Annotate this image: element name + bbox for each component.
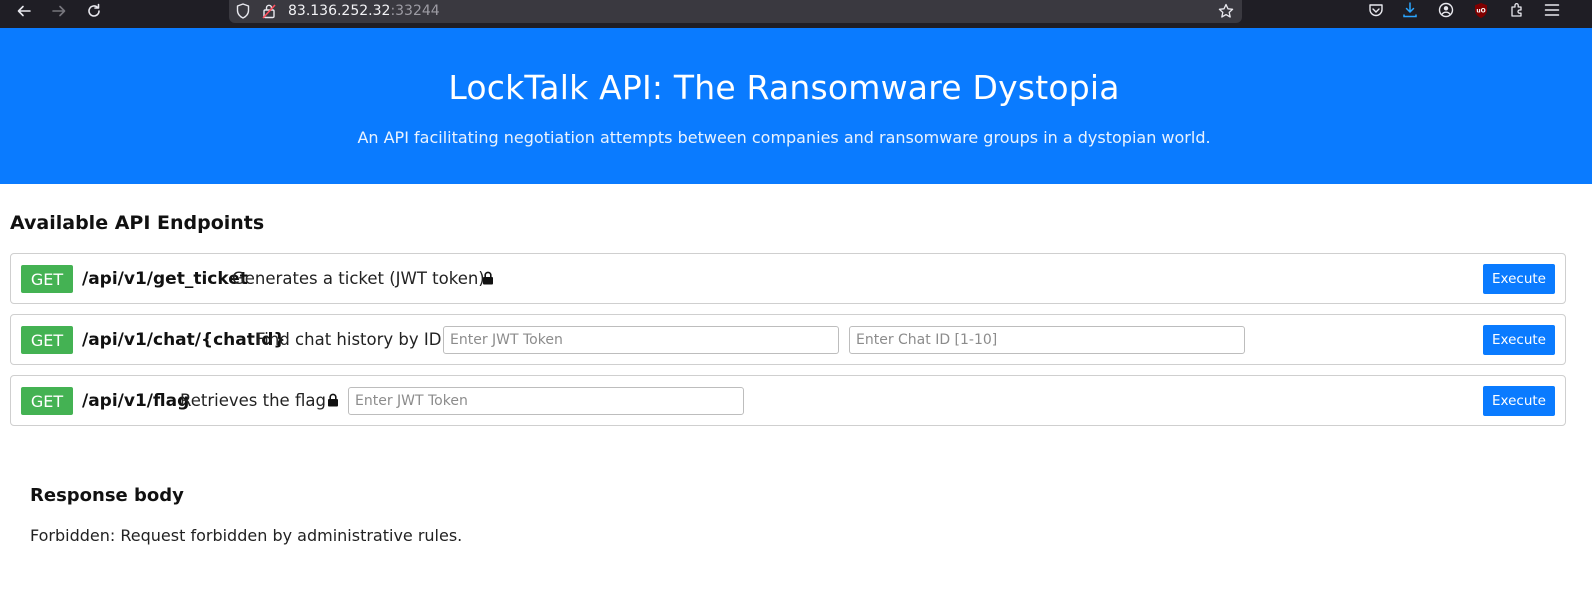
method-badge: GET [21, 265, 73, 293]
method-badge: GET [21, 387, 73, 415]
browser-toolbar: 83.136.252.32:33244 uO [0, 0, 1592, 28]
page-title: LockTalk API: The Ransomware Dystopia [448, 68, 1120, 107]
forward-arrow-icon[interactable] [45, 0, 73, 22]
url-text[interactable]: 83.136.252.32:33244 [288, 3, 440, 19]
endpoint-path: /api/v1/get_ticket [82, 269, 248, 289]
url-bar[interactable]: 83.136.252.32:33244 [229, 0, 1242, 23]
svg-text:uO: uO [1476, 7, 1485, 14]
jwt-token-input[interactable] [443, 326, 839, 354]
star-icon[interactable] [1217, 2, 1235, 20]
execute-button[interactable]: Execute [1483, 386, 1555, 416]
hero-header: LockTalk API: The Ransomware Dystopia An… [0, 28, 1592, 184]
endpoint-path: /api/v1/flag [82, 391, 190, 411]
insecure-lock-icon[interactable] [260, 2, 278, 20]
lock-icon [482, 271, 494, 285]
endpoint-description: Find chat history by ID [256, 330, 442, 349]
method-badge: GET [21, 326, 73, 354]
execute-button[interactable]: Execute [1483, 325, 1555, 355]
ublock-icon[interactable]: uO [1470, 0, 1492, 20]
endpoint-get-ticket: GET /api/v1/get_ticket Generates a ticke… [10, 253, 1566, 304]
download-icon[interactable] [1399, 0, 1421, 20]
endpoint-description: Generates a ticket (JWT token) [232, 269, 485, 288]
hamburger-menu-icon[interactable] [1541, 0, 1563, 20]
response-body: Forbidden: Request forbidden by administ… [30, 526, 463, 545]
execute-button[interactable]: Execute [1483, 264, 1555, 294]
chat-id-input[interactable] [849, 326, 1245, 354]
reload-icon[interactable] [80, 0, 108, 22]
jwt-token-input[interactable] [348, 387, 744, 415]
extensions-icon[interactable] [1506, 0, 1528, 20]
endpoint-flag: GET /api/v1/flag Retrieves the flag Exec… [10, 375, 1566, 426]
endpoint-description: Retrieves the flag [180, 391, 326, 410]
endpoint-path: /api/v1/chat/{chatId} [82, 330, 286, 350]
pocket-icon[interactable] [1365, 0, 1387, 20]
lock-icon [327, 393, 339, 407]
account-icon[interactable] [1435, 0, 1457, 20]
response-heading: Response body [30, 485, 184, 506]
endpoints-heading: Available API Endpoints [10, 212, 265, 234]
endpoint-chat-history: GET /api/v1/chat/{chatId} Find chat hist… [10, 314, 1566, 365]
back-arrow-icon[interactable] [10, 0, 38, 22]
tracking-shield-icon[interactable] [234, 2, 252, 20]
page-subtitle: An API facilitating negotiation attempts… [357, 128, 1211, 147]
